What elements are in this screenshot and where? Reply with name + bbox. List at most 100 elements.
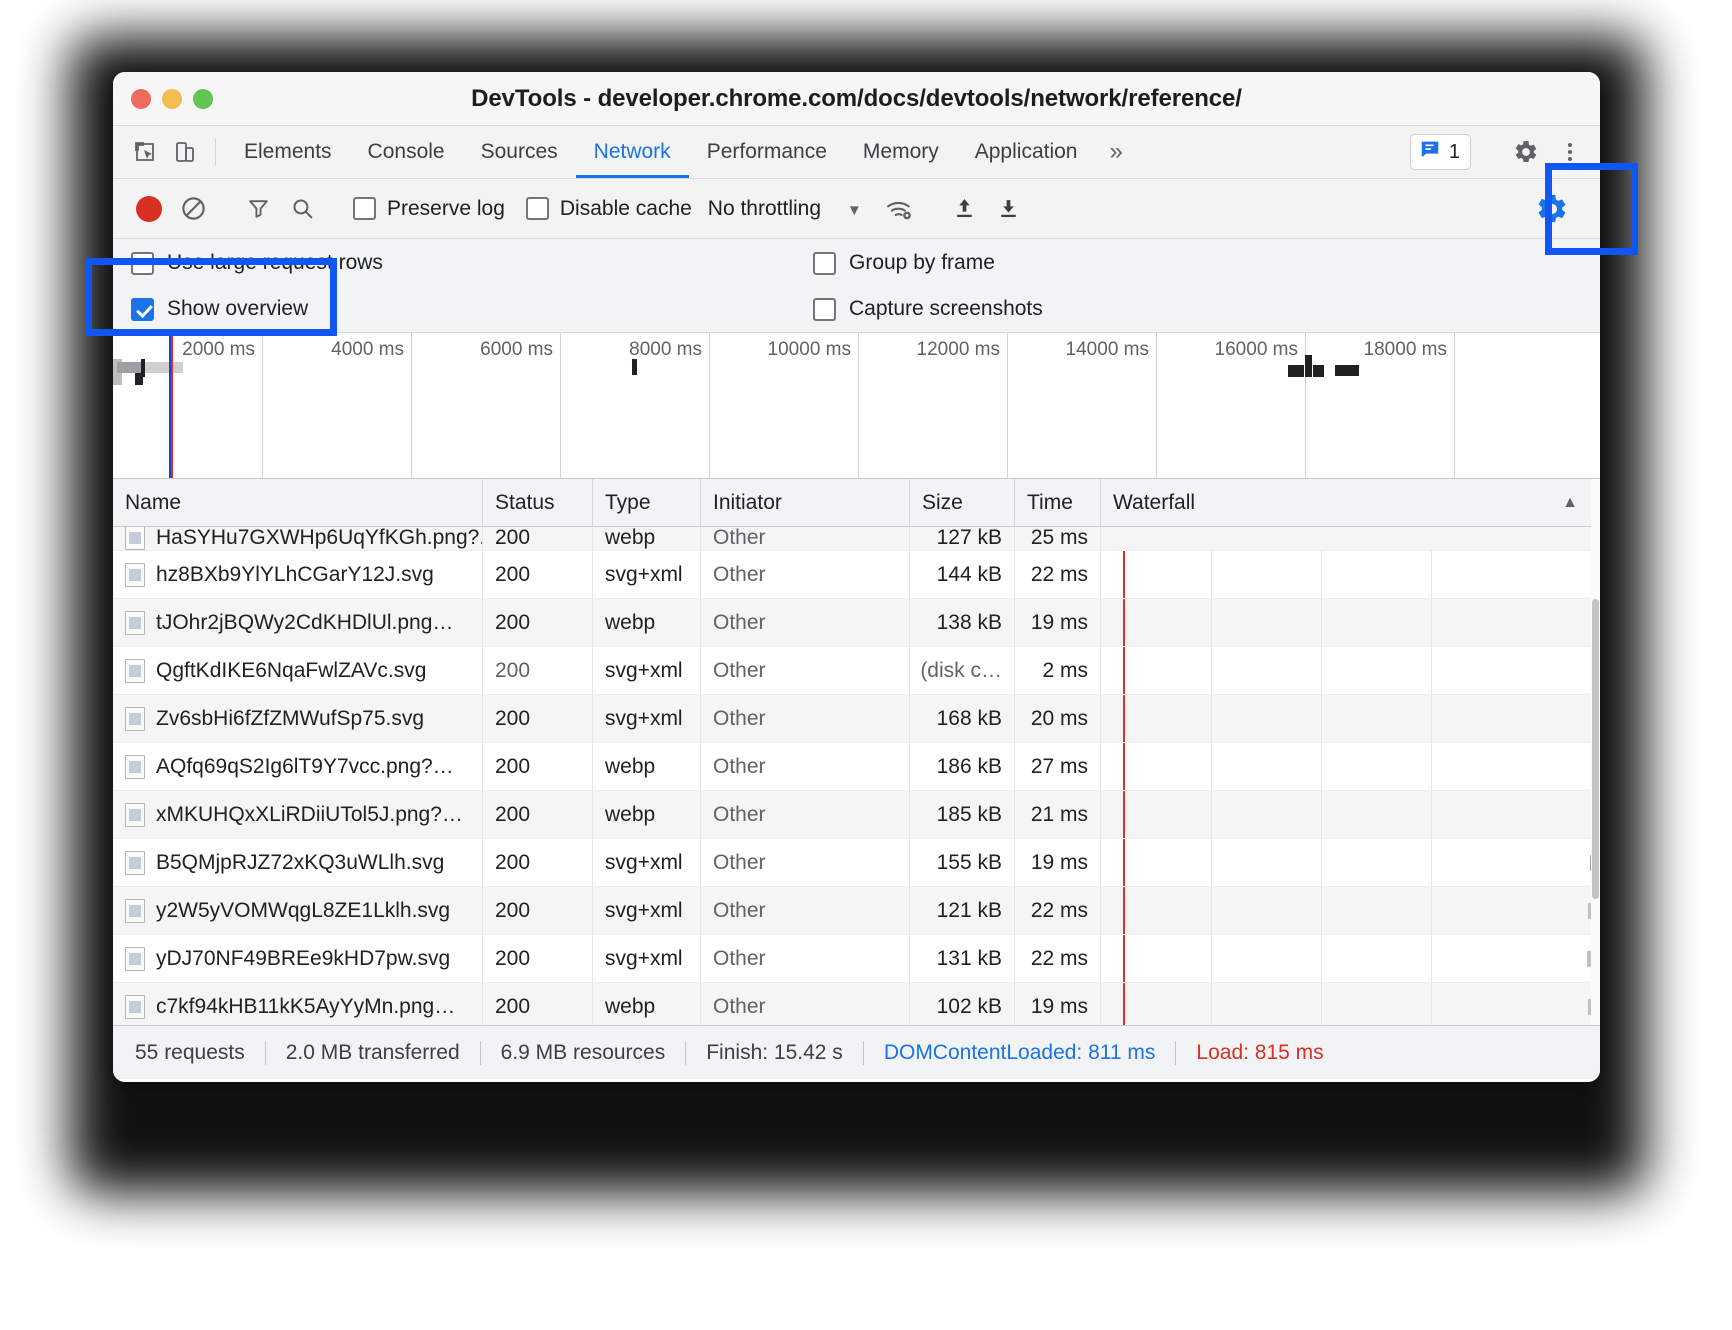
column-header-time[interactable]: Time [1015, 479, 1101, 526]
overview-tick-cell: 18000 ms [1306, 333, 1455, 478]
show-overview-checkbox[interactable]: Show overview [131, 297, 308, 321]
cell-size: 127 kB [910, 527, 1015, 550]
sort-ascending-icon: ▲ [1562, 493, 1578, 511]
record-stop-icon[interactable] [127, 187, 171, 231]
tab-performance[interactable]: Performance [689, 126, 845, 178]
preserve-log-checkbox-box[interactable] [353, 197, 376, 220]
cell-time: 2 ms [1015, 647, 1101, 694]
overview-activity-bar [1305, 355, 1312, 377]
table-row[interactable]: xMKUHQxXLiRDiiUTol5J.png?… 200 webp Othe… [113, 791, 1600, 839]
cell-name: yDJ70NF49BREe9kHD7pw.svg [113, 935, 483, 982]
cell-waterfall [1101, 791, 1600, 838]
resource-image-icon [125, 754, 145, 779]
device-toolbar-icon[interactable] [165, 126, 205, 178]
overview-tick-label: 4000 ms [331, 339, 404, 360]
overview-activity-bar [632, 359, 637, 375]
throttling-select[interactable]: No throttling ▼ [708, 197, 862, 221]
waterfall-load-marker [1123, 695, 1125, 742]
tab-sources[interactable]: Sources [463, 126, 576, 178]
network-request-table: Name Status Type Initiator Size Time Wat… [113, 479, 1600, 1025]
tab-performance-label: Performance [706, 140, 827, 163]
cell-size: 131 kB [910, 935, 1015, 982]
issues-counter-button[interactable]: 1 [1409, 134, 1471, 170]
overview-activity-bar [135, 373, 143, 385]
cell-time: 27 ms [1015, 743, 1101, 790]
close-window-button[interactable] [131, 88, 151, 109]
column-header-waterfall[interactable]: Waterfall ▲ [1101, 479, 1600, 526]
column-header-name[interactable]: Name [113, 479, 483, 526]
devtools-more-options-kebab-icon[interactable] [1550, 132, 1590, 172]
cell-name-label: AQfq69qS2Ig6lT9Y7vcc.png?… [156, 754, 454, 778]
cell-initiator: Other [701, 527, 910, 550]
preserve-log-checkbox[interactable]: Preserve log [353, 197, 505, 221]
waterfall-gridlines [1101, 743, 1600, 790]
network-conditions-wifi-icon[interactable] [878, 187, 922, 231]
resource-image-icon [125, 850, 145, 875]
tab-console[interactable]: Console [350, 126, 463, 178]
group-by-frame-box[interactable] [813, 251, 836, 275]
capture-screenshots-checkbox[interactable]: Capture screenshots [813, 297, 1043, 321]
table-row[interactable]: AQfq69qS2Ig6lT9Y7vcc.png?… 200 webp Othe… [113, 743, 1600, 791]
cell-waterfall [1101, 695, 1600, 742]
network-settings-pane: Use large request rows Show overview Gro… [113, 239, 1600, 333]
use-large-request-rows-checkbox[interactable]: Use large request rows [131, 251, 383, 275]
table-row[interactable]: yDJ70NF49BREe9kHD7pw.svg 200 svg+xml Oth… [113, 935, 1600, 983]
maximize-window-button[interactable] [193, 88, 213, 109]
cell-initiator: Other [701, 647, 910, 694]
disable-cache-checkbox[interactable]: Disable cache [525, 197, 692, 221]
column-header-type[interactable]: Type [593, 479, 701, 526]
waterfall-gridlines [1101, 935, 1600, 982]
tab-network[interactable]: Network [575, 126, 689, 178]
overview-tick-cell: 6000 ms [412, 333, 561, 478]
use-large-request-rows-label: Use large request rows [167, 251, 383, 274]
overview-tick-label: 12000 ms [916, 339, 1000, 360]
network-settings-gear-icon[interactable] [1530, 187, 1574, 231]
waterfall-gridlines [1101, 887, 1600, 934]
column-header-size[interactable]: Size [910, 479, 1015, 526]
table-row[interactable]: QgftKdIKE6NqaFwlZAVc.svg 200 svg+xml Oth… [113, 647, 1600, 695]
waterfall-gridlines [1101, 791, 1600, 838]
devtools-window: DevTools - developer.chrome.com/docs/dev… [113, 72, 1600, 1082]
network-overview-timeline[interactable]: 2000 ms 4000 ms 6000 ms 8000 ms 10000 ms… [113, 333, 1600, 479]
search-icon[interactable] [280, 187, 324, 231]
import-har-upload-icon[interactable] [943, 187, 987, 231]
disable-cache-checkbox-box[interactable] [525, 197, 549, 220]
table-row[interactable]: Zv6sbHi6fZfZMWufSp75.svg 200 svg+xml Oth… [113, 695, 1600, 743]
cell-name: y2W5yVOMWqgL8ZE1Lklh.svg [113, 887, 483, 934]
cell-status: 200 [483, 887, 593, 934]
cell-type: webp [593, 791, 701, 838]
cell-name: hz8BXb9YlYLhCGarY12J.svg [113, 551, 483, 598]
cell-status: 200 [483, 695, 593, 742]
inspect-element-icon[interactable] [125, 126, 165, 178]
export-har-download-icon[interactable] [987, 187, 1031, 231]
table-row[interactable]: B5QMjpRJZ72xKQ3uWLlh.svg 200 svg+xml Oth… [113, 839, 1600, 887]
filter-icon[interactable] [236, 187, 280, 231]
status-finish: Finish: 15.42 s [686, 1040, 864, 1065]
column-header-initiator[interactable]: Initiator [701, 479, 910, 526]
table-row[interactable]: HaSYHu7GXWHp6UqYfKGh.png?... 200 webp Ot… [113, 527, 1600, 551]
table-row[interactable]: hz8BXb9YlYLhCGarY12J.svg 200 svg+xml Oth… [113, 551, 1600, 599]
tab-memory[interactable]: Memory [845, 126, 957, 178]
scrollbar-thumb[interactable] [1592, 599, 1599, 899]
waterfall-gridlines [1101, 983, 1600, 1025]
group-by-frame-checkbox[interactable]: Group by frame [813, 251, 995, 275]
traffic-light-controls[interactable] [131, 88, 213, 109]
waterfall-load-marker [1123, 551, 1125, 598]
cell-status: 200 [483, 983, 593, 1025]
table-row[interactable]: y2W5yVOMWqgL8ZE1Lklh.svg 200 svg+xml Oth… [113, 887, 1600, 935]
table-row[interactable]: c7kf94kHB11kK5AyYyMn.png… 200 webp Other… [113, 983, 1600, 1025]
cell-waterfall [1101, 599, 1600, 646]
tab-application[interactable]: Application [957, 126, 1096, 178]
more-tabs-button[interactable]: » [1095, 126, 1136, 178]
capture-screenshots-box[interactable] [813, 297, 836, 321]
devtools-settings-gear-icon[interactable] [1506, 132, 1546, 172]
clear-network-log-icon[interactable] [171, 187, 215, 231]
show-overview-box[interactable] [131, 297, 154, 321]
table-vertical-scrollbar[interactable] [1591, 479, 1600, 1025]
cell-type: svg+xml [593, 839, 701, 886]
table-row[interactable]: tJOhr2jBQWy2CdKHDlUl.png… 200 webp Other… [113, 599, 1600, 647]
minimize-window-button[interactable] [162, 88, 182, 109]
use-large-request-rows-box[interactable] [131, 251, 154, 275]
column-header-status[interactable]: Status [483, 479, 593, 526]
tab-elements[interactable]: Elements [226, 126, 350, 178]
